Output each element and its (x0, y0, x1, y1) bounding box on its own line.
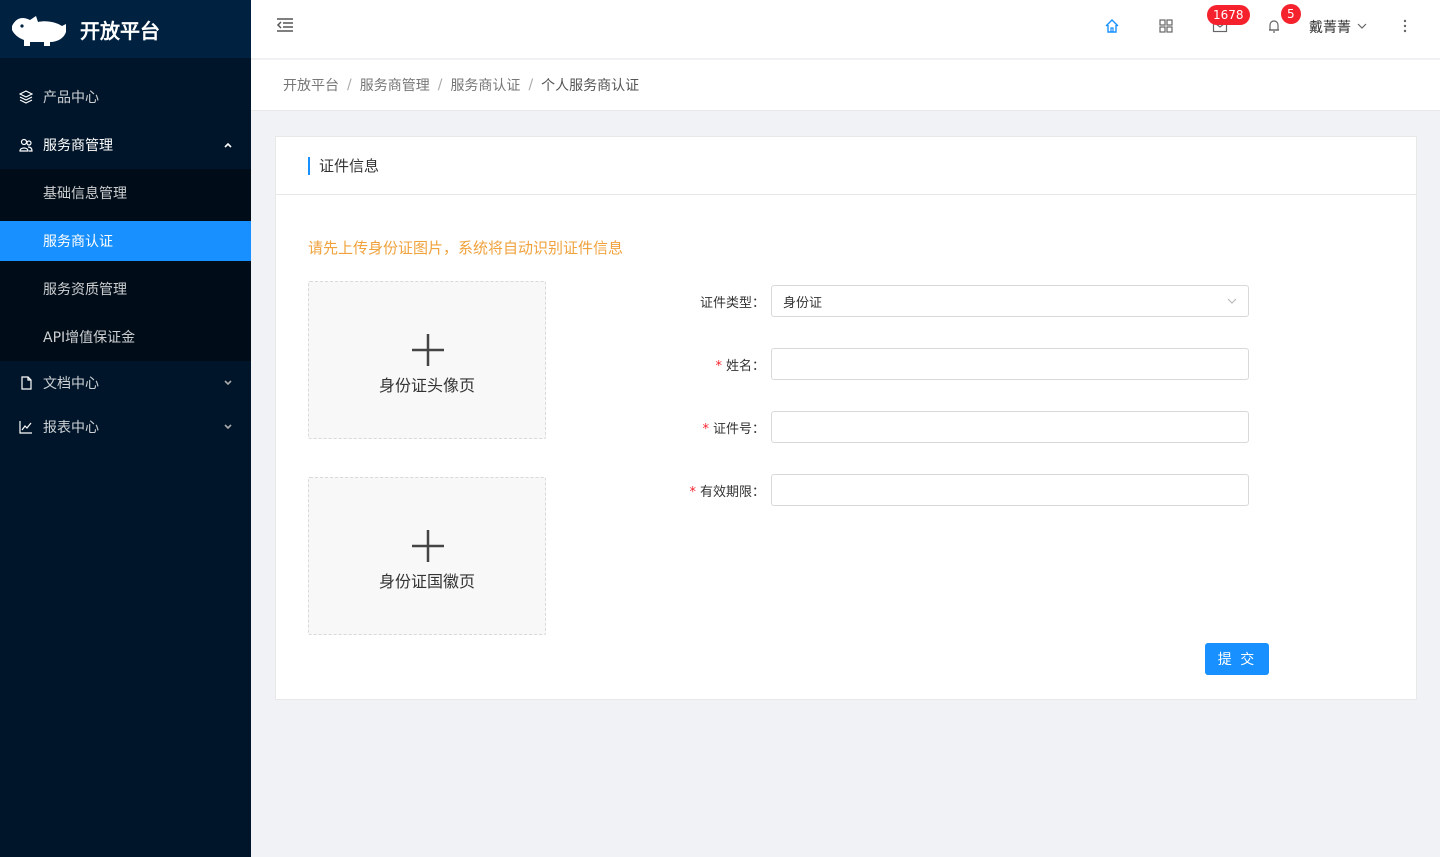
sidebar-menu: 产品中心 服务商管理 基础信息管理 服务商认证 服务资质管理 API增值保证金 (0, 58, 251, 449)
app-title: 开放平台 (80, 18, 160, 43)
breadcrumb-current: 个人服务商认证 (541, 78, 640, 94)
logo[interactable]: 开放平台 (0, 0, 251, 58)
required-mark: * (689, 484, 696, 500)
form-row-id-type: 证件类型： 身份证 (676, 285, 1249, 317)
submit-button[interactable]: 提 交 (1205, 643, 1269, 675)
sidebar-item-label: 报表中心 (43, 420, 99, 436)
form-row-id-number: * 证件号： (676, 411, 1249, 443)
sidebar-item-basic-info[interactable]: 基础信息管理 (0, 169, 251, 217)
sidebar-item-label: 服务商管理 (43, 138, 113, 154)
chevron-down-icon (224, 380, 232, 386)
sidebar-item-label: 文档中心 (43, 376, 99, 392)
file-icon (18, 375, 34, 391)
chevron-up-icon (224, 142, 232, 148)
plus-icon (412, 530, 444, 562)
menu-fold-icon[interactable] (275, 15, 295, 35)
card-title: 证件信息 (319, 157, 380, 175)
mail-badge: 1678 (1207, 5, 1250, 25)
plus-icon (412, 334, 444, 366)
id-number-input[interactable] (771, 411, 1249, 443)
sidebar-item-doc-center[interactable]: 文档中心 (0, 361, 251, 405)
breadcrumb-item[interactable]: 服务商认证 (450, 75, 520, 95)
breadcrumb-separator: / (528, 77, 534, 93)
upload-id-back[interactable]: 身份证国徽页 (308, 477, 546, 635)
id-number-label: * 证件号： (676, 418, 771, 437)
sidebar-item-api-deposit[interactable]: API增值保证金 (0, 313, 251, 361)
label-text: 姓名： (725, 358, 765, 374)
breadcrumb-separator: / (437, 77, 443, 93)
sidebar-submenu-provider: 基础信息管理 服务商认证 服务资质管理 API增值保证金 (0, 169, 251, 361)
sidebar-item-report-center[interactable]: 报表中心 (0, 405, 251, 449)
sidebar: 开放平台 产品中心 服务商管理 基础信息管理 服务商认证 服务资质管理 API增… (0, 0, 251, 857)
required-mark: * (715, 358, 722, 374)
notification-badge: 5 (1281, 4, 1301, 24)
sidebar-item-qualification[interactable]: 服务资质管理 (0, 265, 251, 313)
name-input[interactable] (771, 348, 1249, 380)
chevron-down-icon[interactable] (1357, 22, 1367, 30)
breadcrumb-item[interactable]: 开放平台 (283, 75, 339, 95)
certificate-card: 证件信息 请先上传身份证图片，系统将自动识别证件信息 身份证头像页 身份证国徽页… (275, 136, 1417, 700)
id-type-value: 身份证 (783, 295, 823, 311)
sidebar-item-label: API增值保证金 (43, 330, 136, 346)
sidebar-item-provider-certification[interactable]: 服务商认证 (0, 221, 251, 261)
title-accent-bar (308, 156, 310, 175)
chevron-down-icon (1227, 298, 1237, 304)
apps-grid-icon[interactable] (1158, 18, 1174, 34)
layers-icon (18, 89, 34, 105)
sidebar-item-label: 服务商认证 (43, 234, 113, 250)
id-type-select[interactable]: 身份证 (771, 285, 1249, 317)
required-mark: * (702, 421, 709, 437)
label-text: 证件类型： (699, 295, 765, 311)
sidebar-item-label: 产品中心 (43, 90, 99, 106)
rhino-logo-icon (12, 16, 66, 46)
card-header: 证件信息 (276, 137, 1416, 195)
home-icon[interactable] (1104, 18, 1120, 34)
name-label: * 姓名： (676, 355, 771, 374)
sidebar-item-product-center[interactable]: 产品中心 (0, 73, 251, 121)
label-text: 证件号： (712, 421, 765, 437)
sidebar-item-label: 基础信息管理 (43, 186, 127, 202)
user-name[interactable]: 戴菁菁 (1309, 17, 1351, 37)
form-row-validity: * 有效期限： (676, 474, 1249, 506)
upload-id-front[interactable]: 身份证头像页 (308, 281, 546, 439)
more-vertical-icon[interactable] (1403, 18, 1407, 34)
breadcrumb: 开放平台 / 服务商管理 / 服务商认证 / 个人服务商认证 (251, 60, 1440, 111)
chart-line-icon (18, 419, 34, 435)
upload-tip: 请先上传身份证图片，系统将自动识别证件信息 (308, 239, 624, 257)
users-icon (18, 137, 34, 153)
breadcrumb-item[interactable]: 服务商管理 (360, 75, 430, 95)
label-text: 有效期限： (699, 484, 765, 500)
form-row-name: * 姓名： (676, 348, 1249, 380)
id-type-label: 证件类型： (676, 292, 771, 311)
chevron-down-icon (224, 424, 232, 430)
sidebar-item-label: 服务资质管理 (43, 282, 127, 298)
upload-label: 身份证头像页 (378, 376, 475, 395)
breadcrumb-separator: / (347, 77, 352, 93)
bell-icon[interactable] (1266, 18, 1282, 34)
top-header: 1678 5 戴菁菁 (251, 0, 1440, 59)
validity-label: * 有效期限： (676, 481, 771, 500)
sidebar-item-provider-management[interactable]: 服务商管理 (0, 121, 251, 169)
upload-label: 身份证国徽页 (378, 572, 475, 591)
validity-input[interactable] (771, 474, 1249, 506)
